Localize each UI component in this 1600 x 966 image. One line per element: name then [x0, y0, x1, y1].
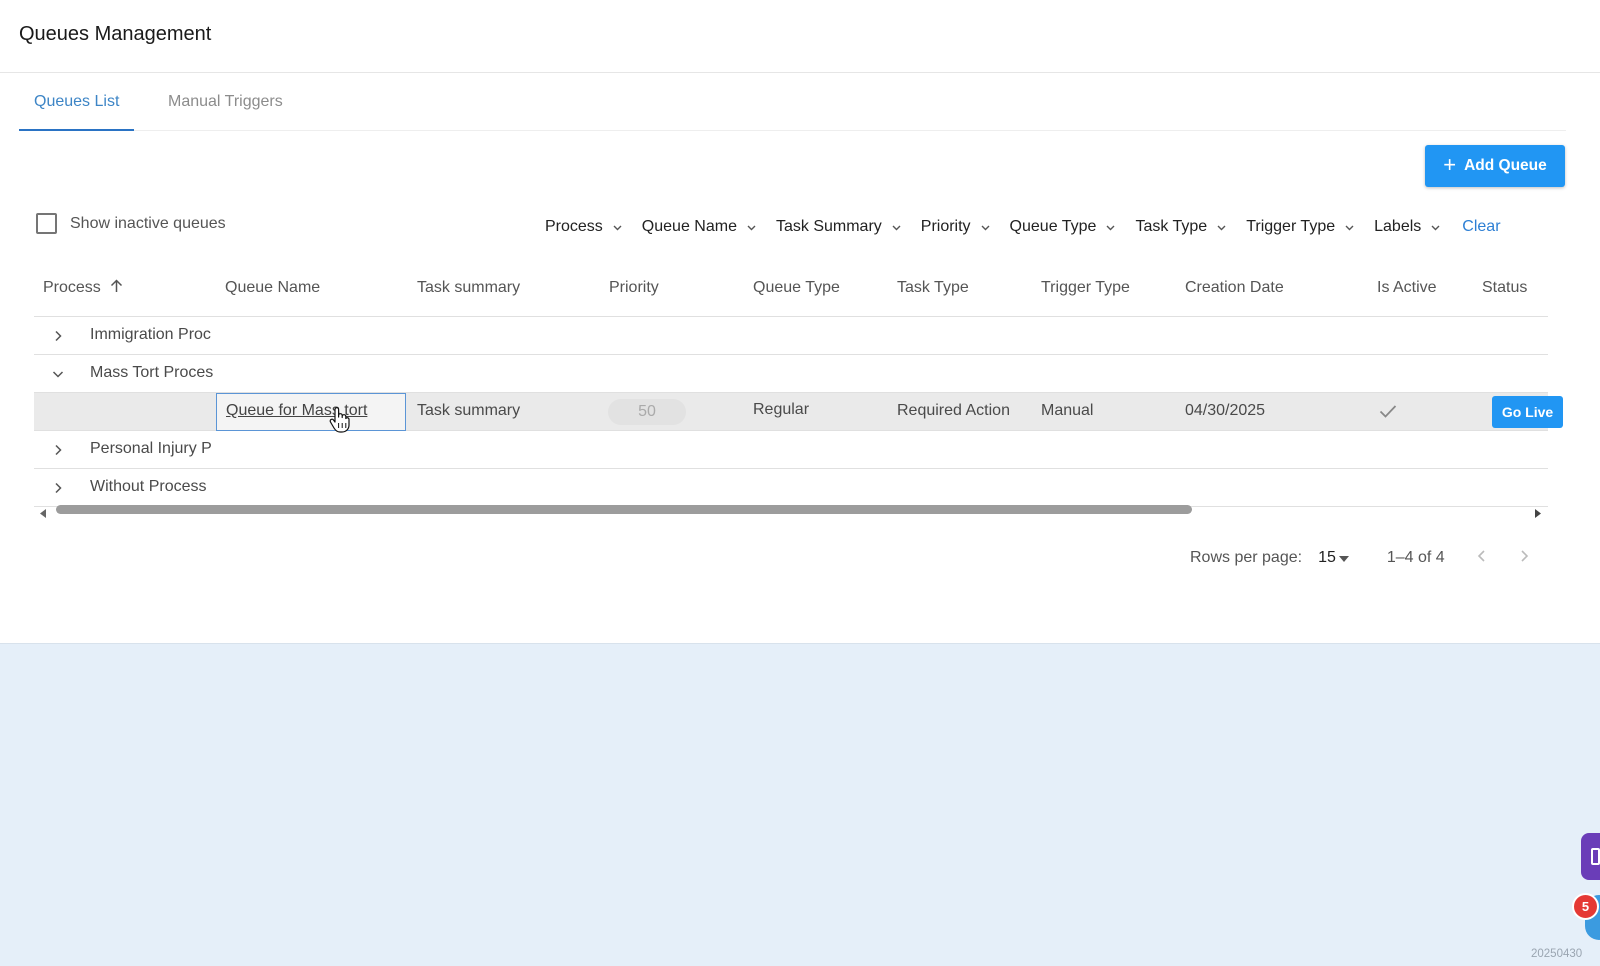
chevron-right-icon[interactable]: [51, 329, 65, 343]
clear-filters-link[interactable]: Clear: [1462, 218, 1500, 236]
creation-date-cell: 04/30/2025: [1185, 402, 1266, 419]
filter-priority[interactable]: Priority: [921, 218, 991, 236]
chevron-down-icon: [1344, 222, 1355, 233]
filter-label: Labels: [1374, 218, 1422, 235]
page-title: Queues Management: [19, 23, 212, 45]
pagination: Rows per page: 15 1–4 of 4: [1190, 547, 1531, 569]
rows-per-page-label: Rows per page:: [1190, 549, 1303, 566]
notification-badge: 5: [1572, 893, 1599, 920]
column-header-queue-name[interactable]: Queue Name: [225, 279, 320, 297]
column-header-task-type[interactable]: Task Type: [897, 279, 969, 297]
filter-label: Queue Type: [1009, 218, 1097, 235]
filter-label: Priority: [920, 218, 971, 235]
rows-per-page-select[interactable]: 15: [1318, 549, 1349, 567]
add-queue-label: Add Queue: [1464, 157, 1547, 174]
chevron-right-icon[interactable]: [51, 443, 65, 457]
filter-queue-type[interactable]: Queue Type: [1010, 218, 1117, 236]
group-name: Mass Tort Proces: [90, 364, 214, 381]
scroll-left-icon[interactable]: [39, 505, 47, 523]
column-header-process[interactable]: Process: [43, 279, 123, 298]
column-header-status[interactable]: Status: [1482, 279, 1527, 297]
page-background: [0, 643, 1600, 966]
queues-table: Process Queue Name Task summary Priority…: [34, 262, 1563, 507]
filter-bar: Process Queue Name Task Summary Priority…: [545, 216, 1501, 238]
column-header-is-active[interactable]: Is Active: [1377, 279, 1437, 297]
table-row[interactable]: Immigration Proc: [34, 317, 1548, 355]
priority-value: 50: [608, 399, 686, 425]
filter-task-summary[interactable]: Task Summary: [776, 218, 902, 236]
page-header: Queues Management: [0, 0, 1600, 73]
checkmark-icon: [1379, 404, 1397, 424]
chevron-down-icon[interactable]: [51, 367, 65, 381]
tab-queues-list[interactable]: Queues List: [19, 88, 135, 131]
column-header-priority[interactable]: Priority: [609, 279, 659, 297]
chevron-down-icon: [612, 222, 623, 233]
horizontal-scrollbar[interactable]: [34, 502, 1548, 518]
page-range: 1–4 of 4: [1386, 549, 1445, 566]
group-name: Immigration Proc: [90, 326, 211, 343]
timestamp-label: 20250430: [1531, 948, 1583, 960]
scroll-right-icon[interactable]: [1534, 505, 1542, 523]
previous-page-icon[interactable]: [1475, 549, 1489, 568]
show-inactive-checkbox[interactable]: [36, 213, 57, 234]
chat-widget-button[interactable]: [1581, 833, 1600, 880]
column-header-task-summary[interactable]: Task summary: [417, 279, 520, 297]
trigger-type-cell: Manual: [1041, 402, 1094, 419]
group-name: Without Process: [90, 478, 207, 495]
column-header-queue-type[interactable]: Queue Type: [753, 279, 840, 297]
rows-per-page-value: 15: [1318, 549, 1336, 566]
chevron-down-icon: [746, 222, 757, 233]
filter-task-type[interactable]: Task Type: [1135, 218, 1227, 236]
filter-label: Queue Name: [641, 218, 737, 235]
filter-label: Trigger Type: [1246, 218, 1336, 235]
tab-manual-triggers[interactable]: Manual Triggers: [153, 88, 298, 131]
chevron-down-icon: [1105, 222, 1116, 233]
task-summary-cell: Task summary: [417, 402, 521, 419]
sort-ascending-icon: [110, 279, 123, 298]
chevron-down-icon: [1216, 222, 1227, 233]
hand-pointer-icon: [329, 406, 351, 439]
go-live-button[interactable]: Go Live: [1492, 396, 1563, 428]
queue-name-cell: Queue for Mass tort: [216, 393, 406, 431]
table-row[interactable]: Mass Tort Proces: [34, 355, 1548, 393]
filter-labels[interactable]: Labels: [1374, 218, 1441, 236]
show-inactive-toggle: Show inactive queues: [36, 213, 226, 234]
plus-icon: +: [1443, 152, 1457, 177]
chevron-down-icon: [980, 222, 991, 233]
table-row[interactable]: Personal Injury P: [34, 431, 1548, 469]
column-header-creation-date[interactable]: Creation Date: [1185, 279, 1284, 297]
show-inactive-label: Show inactive queues: [70, 214, 226, 232]
queue-type-cell: Regular: [753, 401, 810, 418]
add-queue-button[interactable]: + Add Queue: [1425, 145, 1565, 187]
chevron-down-icon: [891, 222, 902, 233]
table-row[interactable]: Queue for Mass tort Task summary 50 Regu…: [34, 393, 1563, 431]
filter-trigger-type[interactable]: Trigger Type: [1246, 218, 1355, 236]
filter-label: Process: [545, 218, 603, 235]
table-header: Process Queue Name Task summary Priority…: [34, 262, 1548, 317]
column-header-trigger-type[interactable]: Trigger Type: [1041, 279, 1130, 297]
filter-process[interactable]: Process: [545, 218, 623, 236]
next-page-icon[interactable]: [1517, 549, 1531, 568]
tab-bar: Queues List Manual Triggers: [19, 88, 1566, 131]
filter-label: Task Type: [1135, 218, 1208, 235]
chevron-down-icon: [1430, 222, 1441, 233]
chevron-right-icon[interactable]: [51, 481, 65, 495]
filter-label: Task Summary: [775, 218, 882, 235]
task-type-cell: Required Action: [897, 402, 1010, 419]
chat-icon: [1591, 848, 1600, 865]
group-name: Personal Injury P: [90, 440, 212, 457]
filter-queue-name[interactable]: Queue Name: [642, 218, 757, 236]
caret-down-icon: [1338, 549, 1349, 567]
scrollbar-thumb[interactable]: [56, 505, 1192, 514]
column-label: Process: [43, 279, 101, 296]
